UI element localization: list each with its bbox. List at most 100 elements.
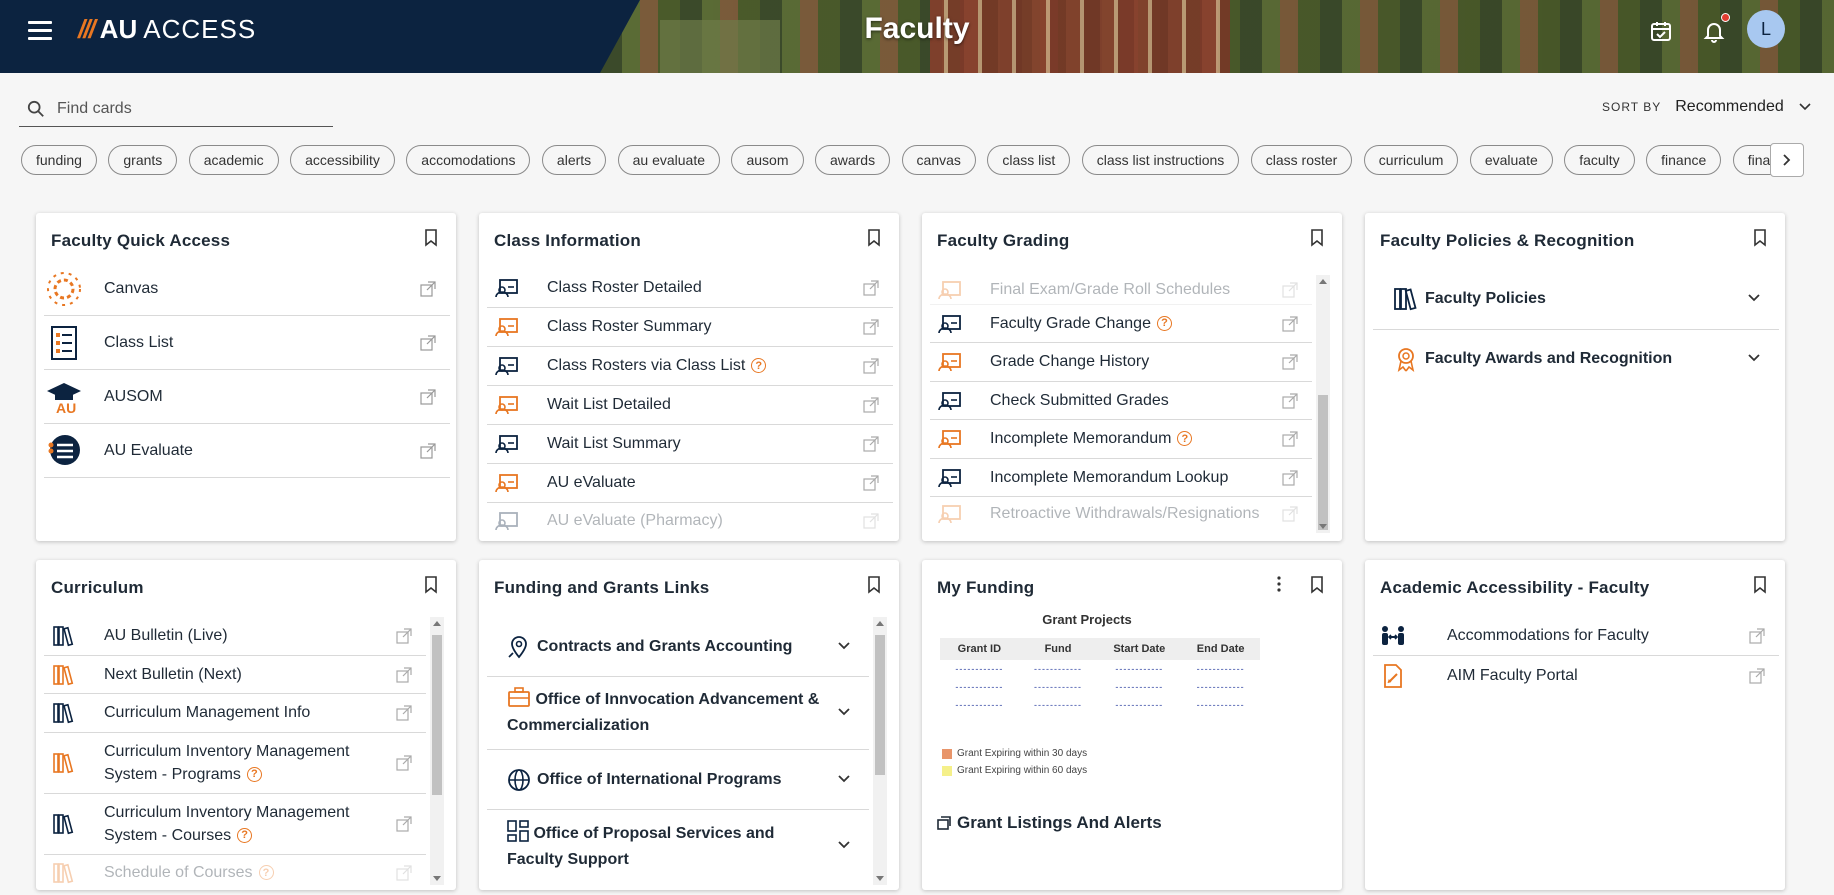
list-item[interactable]: Wait List Summary — [487, 425, 893, 464]
help-icon[interactable]: ? — [237, 828, 253, 844]
help-icon[interactable]: ? — [1177, 431, 1193, 447]
external-link-icon[interactable] — [1282, 469, 1298, 486]
scrollbar[interactable] — [430, 617, 444, 885]
chip-faculty[interactable]: faculty — [1564, 145, 1635, 175]
list-item[interactable]: AU eValuate — [487, 464, 893, 503]
list-item[interactable]: Curriculum Inventory Management System -… — [44, 794, 426, 855]
bookmark-icon[interactable] — [424, 576, 438, 594]
list-item[interactable]: Class List — [44, 316, 450, 370]
chip-accessibility[interactable]: accessibility — [290, 145, 395, 175]
external-link-icon[interactable] — [863, 280, 879, 296]
external-link-icon[interactable] — [1282, 354, 1298, 370]
list-item[interactable]: Canvas — [44, 263, 450, 316]
external-link-icon[interactable] — [420, 442, 436, 459]
accordion-contracts-grants[interactable]: Contracts and Grants Accounting — [487, 617, 869, 677]
chevron-down-icon[interactable] — [837, 707, 851, 717]
list-item[interactable]: Incomplete Memorandum? — [930, 420, 1312, 459]
external-link-icon[interactable] — [1749, 667, 1765, 684]
list-item[interactable]: Curriculum Management Info — [44, 694, 426, 733]
list-item[interactable]: Final Exam/Grade Roll Schedules — [930, 275, 1312, 305]
bookmark-icon[interactable] — [867, 576, 881, 594]
external-link-icon[interactable] — [1749, 628, 1765, 644]
help-icon[interactable]: ? — [258, 865, 274, 881]
external-link-icon[interactable] — [863, 397, 879, 413]
external-link-icon[interactable] — [863, 436, 879, 452]
list-item[interactable]: AU Evaluate — [44, 424, 450, 478]
list-item[interactable]: Accommodations for Faculty — [1373, 617, 1779, 656]
au-access-logo[interactable]: /// AU ACCESS — [78, 14, 256, 45]
bookmark-icon[interactable] — [424, 229, 438, 247]
chip-awards[interactable]: awards — [814, 145, 891, 175]
external-link-icon[interactable] — [396, 865, 412, 881]
external-link-icon[interactable] — [420, 281, 436, 297]
list-item[interactable]: Next Bulletin (Next) — [44, 656, 426, 694]
external-link-icon[interactable] — [863, 513, 879, 529]
hamburger-menu-icon[interactable] — [28, 18, 52, 42]
external-link-icon[interactable] — [396, 816, 412, 832]
list-item[interactable]: AU AUSOM — [44, 370, 450, 424]
external-link-icon[interactable] — [863, 358, 879, 374]
list-item[interactable]: Wait List Detailed — [487, 386, 893, 425]
chip-class-roster[interactable]: class roster — [1250, 145, 1353, 175]
external-link-icon[interactable] — [1282, 281, 1298, 298]
external-link-icon[interactable] — [396, 628, 412, 644]
grant-listings-link[interactable]: Grant Listings And Alerts — [937, 813, 1162, 833]
bookmark-icon[interactable] — [1753, 576, 1767, 594]
chip-funding[interactable]: funding — [21, 145, 97, 175]
external-link-icon[interactable] — [1282, 315, 1298, 332]
chevron-down-icon[interactable] — [837, 641, 851, 651]
accordion-faculty-awards[interactable]: Faculty Awards and Recognition — [1373, 330, 1779, 388]
find-cards-search[interactable] — [19, 92, 333, 127]
chip-alerts[interactable]: alerts — [541, 145, 607, 175]
list-item[interactable]: AU Bulletin (Live) — [44, 617, 426, 656]
bookmark-icon[interactable] — [1310, 229, 1324, 247]
chevron-down-icon[interactable] — [837, 774, 851, 784]
chip-class-list[interactable]: class list — [987, 145, 1071, 175]
list-item[interactable]: Schedule of Courses? — [44, 855, 426, 890]
chevron-down-icon[interactable] — [1747, 353, 1761, 363]
chip-canvas[interactable]: canvas — [901, 145, 976, 175]
list-item[interactable]: Class Roster Detailed — [487, 269, 893, 308]
list-item[interactable]: AIM Faculty Portal — [1373, 656, 1779, 695]
calendar-check-icon[interactable] — [1646, 16, 1676, 46]
help-icon[interactable]: ? — [1156, 315, 1172, 331]
chevron-down-icon[interactable] — [1747, 293, 1761, 303]
external-link-icon[interactable] — [396, 666, 412, 683]
help-icon[interactable]: ? — [751, 358, 767, 374]
sort-control[interactable]: SORT BY Recommended — [1602, 98, 1812, 116]
accordion-innovation-advancement[interactable]: Office of Innvocation Advancement & Comm… — [487, 677, 869, 750]
external-link-icon[interactable] — [396, 755, 412, 771]
chip-au-evaluate[interactable]: au evaluate — [617, 145, 721, 175]
scrollbar[interactable] — [873, 617, 887, 885]
accordion-proposal-services[interactable]: Office of Proposal Services and Faculty … — [487, 810, 869, 882]
chip-academic[interactable]: academic — [188, 145, 279, 175]
list-item[interactable]: AU eValuate (Pharmacy) — [487, 503, 893, 539]
chip-evaluate[interactable]: evaluate — [1469, 145, 1553, 175]
list-item[interactable]: Grade Change History — [930, 343, 1312, 382]
chip-ausom[interactable]: ausom — [731, 145, 804, 175]
external-link-icon[interactable] — [1282, 506, 1298, 522]
bookmark-icon[interactable] — [867, 229, 881, 247]
chip-grants[interactable]: grants — [108, 145, 178, 175]
user-avatar[interactable]: L — [1747, 10, 1785, 48]
external-link-icon[interactable] — [863, 475, 879, 491]
search-input[interactable] — [55, 99, 325, 119]
scrollbar[interactable] — [1316, 275, 1330, 533]
chip-curriculum[interactable]: curriculum — [1363, 145, 1459, 175]
external-link-icon[interactable] — [1282, 392, 1298, 409]
list-item[interactable]: Class Rosters via Class List? — [487, 347, 893, 386]
bookmark-icon[interactable] — [1310, 576, 1324, 594]
accordion-faculty-policies[interactable]: Faculty Policies — [1373, 268, 1779, 330]
chevron-down-icon[interactable] — [1798, 102, 1812, 112]
help-icon[interactable]: ? — [246, 767, 262, 783]
more-options-icon[interactable] — [1276, 576, 1282, 592]
list-item[interactable]: Class Roster Summary — [487, 308, 893, 347]
external-link-icon[interactable] — [396, 705, 412, 721]
external-link-icon[interactable] — [863, 319, 879, 335]
chip-finance-2[interactable]: finance — [1732, 145, 1771, 175]
chip-class-list-instructions[interactable]: class list instructions — [1081, 145, 1240, 175]
list-item[interactable]: Incomplete Memorandum Lookup — [930, 459, 1312, 497]
list-item[interactable]: Retroactive Withdrawals/Resignations — [930, 497, 1312, 531]
sort-select[interactable]: Recommended — [1675, 98, 1784, 116]
bookmark-icon[interactable] — [1753, 229, 1767, 247]
